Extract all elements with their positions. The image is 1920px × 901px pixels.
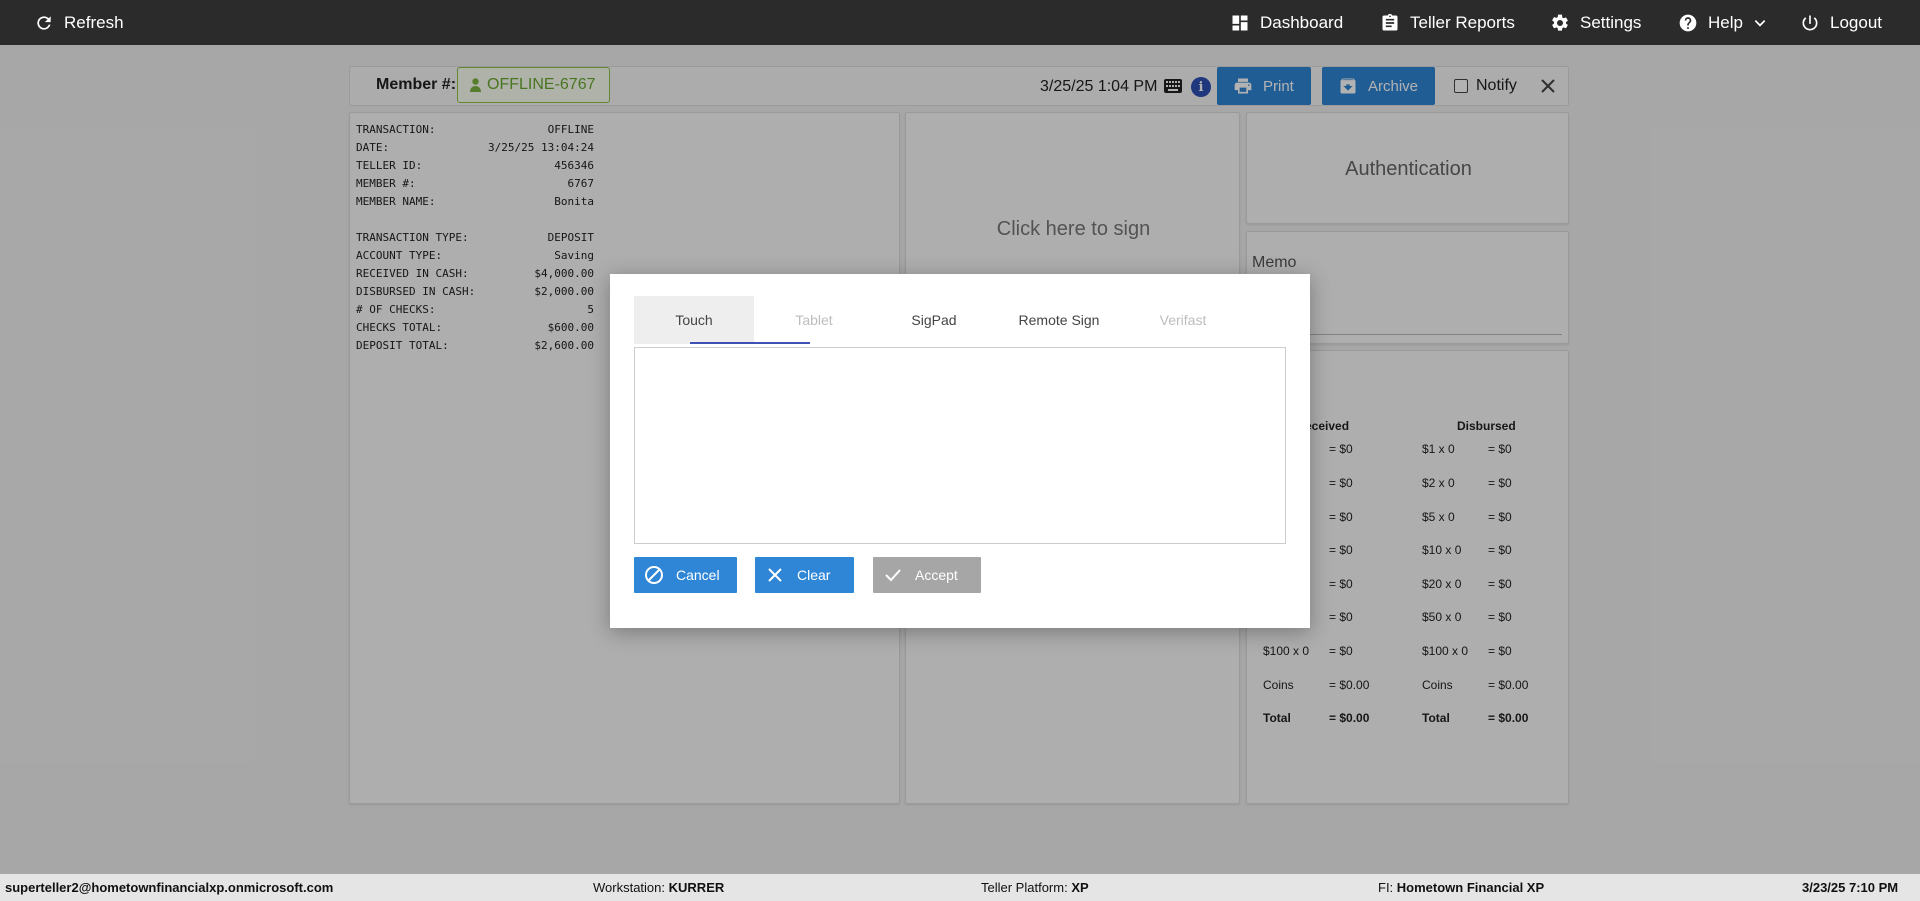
footer-fi-label: FI: <box>1378 880 1394 895</box>
footer-workstation: KURRER <box>668 880 725 895</box>
clipboard-icon <box>1382 13 1398 31</box>
chevron-down-icon <box>1754 19 1766 27</box>
nav-dashboard-label: Dashboard <box>1260 12 1344 32</box>
tab-remote-sign[interactable]: Remote Sign <box>999 296 1119 344</box>
footer-platform: XP <box>1071 880 1089 895</box>
nav-help-label: Help <box>1708 12 1743 32</box>
ban-icon <box>645 566 663 584</box>
clear-label: Clear <box>797 567 831 583</box>
help-icon <box>1679 14 1697 31</box>
nav-settings-label: Settings <box>1580 12 1642 32</box>
tab-tablet: Tablet <box>795 312 833 328</box>
footer-user: superteller2@hometownfinancialxp.onmicro… <box>5 880 334 895</box>
signature-method-tabs: Touch Tablet SigPad Remote Sign Verifast <box>634 296 1284 344</box>
footer-platform-label: Teller Platform: <box>981 880 1068 895</box>
close-icon <box>768 568 782 582</box>
clear-button[interactable]: Clear <box>755 557 854 593</box>
nav-logout[interactable]: Logout <box>1800 0 1882 45</box>
footer-fi: Hometown Financial XP <box>1396 880 1545 895</box>
refresh-button[interactable]: Refresh <box>34 0 124 45</box>
nav-teller-reports-label: Teller Reports <box>1410 12 1515 32</box>
check-icon <box>885 569 901 582</box>
tab-sigpad[interactable]: SigPad <box>874 296 994 344</box>
status-footer: superteller2@hometownfinancialxp.onmicro… <box>0 874 1920 901</box>
accept-label: Accept <box>915 567 958 583</box>
active-tab-indicator <box>690 342 810 344</box>
nav-teller-reports[interactable]: Teller Reports <box>1380 0 1515 45</box>
cancel-button[interactable]: Cancel <box>634 557 737 593</box>
nav-help[interactable]: Help <box>1678 0 1767 45</box>
signature-canvas[interactable] <box>634 347 1286 544</box>
footer-workstation-label: Workstation: <box>593 880 666 895</box>
cancel-label: Cancel <box>676 567 720 583</box>
refresh-label: Refresh <box>64 12 124 32</box>
footer-datetime: 3/23/25 7:10 PM <box>1802 880 1899 895</box>
nav-settings[interactable]: Settings <box>1550 0 1641 45</box>
tab-touch[interactable]: Touch <box>634 296 754 344</box>
dashboard-icon <box>1232 15 1248 30</box>
tab-verifast: Verifast <box>1159 312 1207 328</box>
top-nav: Refresh Dashboard Teller Reports Setting… <box>0 0 1920 45</box>
gear-icon <box>1552 14 1568 31</box>
refresh-icon <box>37 15 51 30</box>
power-icon <box>1802 15 1818 30</box>
nav-logout-label: Logout <box>1830 12 1882 32</box>
nav-dashboard[interactable]: Dashboard <box>1230 0 1343 45</box>
signature-dialog: Touch Tablet SigPad Remote Sign Verifast… <box>610 274 1310 628</box>
accept-button[interactable]: Accept <box>873 557 981 593</box>
